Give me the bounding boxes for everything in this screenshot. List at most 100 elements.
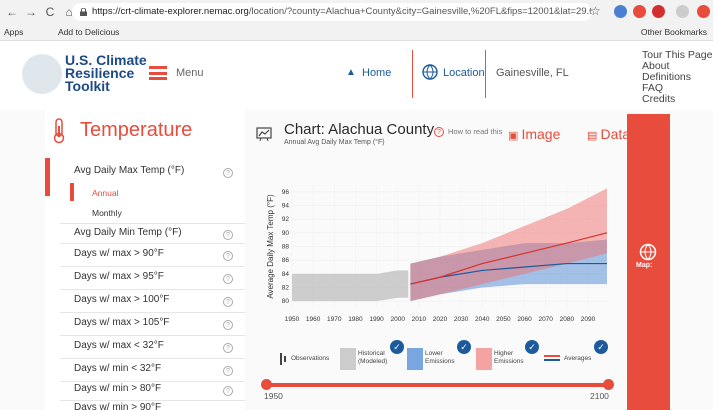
divider bbox=[485, 50, 486, 98]
forward-icon[interactable]: → bbox=[24, 5, 38, 19]
url-path: /location/?county=Alachua+County&city=Ga… bbox=[248, 6, 592, 17]
y-tick-label: 90 bbox=[282, 230, 290, 237]
selected-indicator bbox=[45, 158, 50, 196]
info-icon[interactable]: ? bbox=[223, 320, 233, 330]
data-icon: ▤ bbox=[587, 130, 601, 142]
opera-icon[interactable] bbox=[697, 5, 710, 18]
variable-avg-daily-min[interactable]: Avg Daily Min Temp (°F) bbox=[74, 227, 182, 238]
variable-days-max-105[interactable]: Days w/ max > 105°F bbox=[74, 317, 169, 328]
divider bbox=[60, 312, 245, 313]
bookmark-star-icon[interactable]: ☆ bbox=[590, 4, 601, 18]
divider bbox=[60, 381, 245, 382]
y-tick-label: 86 bbox=[282, 257, 290, 264]
data-download-button[interactable]: ▤ Data bbox=[587, 126, 630, 142]
back-icon[interactable]: ← bbox=[5, 5, 19, 19]
home-link[interactable]: Home bbox=[362, 67, 391, 79]
legend-higher-emissions[interactable]: Higher Emissions bbox=[476, 348, 526, 370]
divider bbox=[60, 400, 245, 401]
x-tick-label: 2000 bbox=[390, 316, 405, 323]
other-bookmarks[interactable]: Other Bookmarks bbox=[641, 24, 707, 41]
x-tick-label: 2020 bbox=[433, 316, 448, 323]
how-to-read-link[interactable]: How to read this bbox=[448, 127, 502, 136]
location-value: Gainesville, FL bbox=[496, 67, 569, 79]
image-icon: ▣ bbox=[508, 130, 522, 142]
credits-link[interactable]: Credits bbox=[642, 94, 712, 105]
reload-icon[interactable]: C bbox=[43, 5, 57, 19]
extension-icon[interactable] bbox=[614, 5, 627, 18]
slider-start-handle[interactable] bbox=[261, 379, 272, 390]
option-annual[interactable]: Annual bbox=[92, 188, 118, 198]
variable-days-max-90[interactable]: Days w/ max > 90°F bbox=[74, 248, 164, 259]
info-icon[interactable]: ? bbox=[223, 251, 233, 261]
help-links: Tour This Page About Definitions FAQ Cre… bbox=[642, 50, 712, 105]
variable-days-max-100[interactable]: Days w/ max > 100°F bbox=[74, 294, 169, 305]
bookmark-apps[interactable]: Apps bbox=[4, 24, 23, 41]
variable-avg-daily-max[interactable]: Avg Daily Max Temp (°F) bbox=[74, 165, 184, 176]
time-range-slider[interactable] bbox=[266, 383, 608, 387]
address-bar[interactable]: https://crt-climate-explorer.nemac.org/l… bbox=[72, 3, 592, 21]
chart-icon bbox=[256, 127, 272, 142]
x-tick-label: 2050 bbox=[496, 316, 511, 323]
y-tick-label: 80 bbox=[282, 298, 290, 305]
info-icon[interactable]: ? bbox=[223, 343, 233, 353]
chart-title: Chart: Alachua County bbox=[284, 121, 435, 138]
pinterest-icon[interactable] bbox=[652, 5, 665, 18]
thermometer-icon bbox=[53, 118, 65, 144]
info-icon[interactable]: ? bbox=[223, 297, 233, 307]
divider bbox=[60, 358, 245, 359]
chart-subtitle: Annual Avg Daily Max Temp (°F) bbox=[284, 139, 385, 146]
checkmark-icon[interactable]: ✓ bbox=[457, 340, 471, 354]
toolkit-logo-icon[interactable] bbox=[22, 54, 62, 94]
checkmark-icon[interactable]: ✓ bbox=[594, 340, 608, 354]
checkmark-icon[interactable]: ✓ bbox=[525, 340, 539, 354]
divider bbox=[412, 50, 413, 98]
info-icon[interactable]: ? bbox=[223, 366, 233, 376]
legend-historical[interactable]: Historical (Modeled) bbox=[340, 348, 390, 370]
x-tick-label: 2030 bbox=[454, 316, 469, 323]
x-tick-label: 2010 bbox=[412, 316, 427, 323]
image-download-button[interactable]: ▣ Image bbox=[508, 126, 560, 142]
help-icon[interactable]: ? bbox=[434, 127, 444, 137]
slider-start-label: 1950 bbox=[264, 391, 283, 401]
x-tick-label: 1990 bbox=[369, 316, 384, 323]
variable-days-max-32[interactable]: Days w/ max < 32°F bbox=[74, 340, 164, 351]
location-link[interactable]: Location bbox=[443, 67, 485, 79]
info-icon[interactable]: ? bbox=[223, 168, 233, 178]
bookmarks-bar: Apps Add to Delicious Other Bookmarks bbox=[0, 24, 713, 41]
extension-icon[interactable] bbox=[676, 5, 689, 18]
info-icon[interactable]: ? bbox=[223, 386, 233, 396]
divider bbox=[60, 243, 245, 244]
observations-icon[interactable] bbox=[279, 351, 287, 367]
lock-icon bbox=[80, 8, 87, 16]
site-logo-text[interactable]: U.S. Climate Resilience Toolkit bbox=[65, 53, 147, 93]
variable-days-min-80[interactable]: Days w/ min > 80°F bbox=[74, 383, 161, 394]
section-title: Temperature bbox=[80, 119, 193, 141]
legend-observations[interactable]: Observations bbox=[291, 355, 329, 362]
info-icon[interactable]: ? bbox=[223, 274, 233, 284]
variable-days-max-95[interactable]: Days w/ max > 95°F bbox=[74, 271, 164, 282]
menu-icon[interactable] bbox=[149, 66, 167, 80]
x-tick-label: 1950 bbox=[285, 316, 300, 323]
extension-icon[interactable] bbox=[633, 5, 646, 18]
y-tick-label: 88 bbox=[282, 244, 290, 251]
map-label: Map: bbox=[636, 262, 653, 269]
variable-days-min-90[interactable]: Days w/ min > 90°F bbox=[74, 402, 161, 410]
x-tick-label: 1970 bbox=[327, 316, 342, 323]
y-tick-label: 92 bbox=[282, 216, 290, 223]
option-monthly[interactable]: Monthly bbox=[92, 208, 122, 218]
bookmark-delicious[interactable]: Add to Delicious bbox=[58, 24, 119, 41]
divider bbox=[60, 223, 245, 224]
x-tick-label: 1960 bbox=[306, 316, 321, 323]
info-icon[interactable]: ? bbox=[223, 230, 233, 240]
variable-days-min-32[interactable]: Days w/ min < 32°F bbox=[74, 363, 161, 374]
divider bbox=[60, 266, 245, 267]
menu-button[interactable]: Menu bbox=[176, 67, 204, 79]
legend-lower-emissions[interactable]: Lower Emissions bbox=[407, 348, 457, 370]
band-historical-modeled- bbox=[292, 270, 409, 302]
checkmark-icon[interactable]: ✓ bbox=[390, 340, 404, 354]
y-tick-label: 96 bbox=[282, 189, 290, 196]
divider bbox=[60, 335, 245, 336]
slider-end-handle[interactable] bbox=[603, 379, 614, 390]
x-tick-label: 2060 bbox=[517, 316, 532, 323]
selected-sub-indicator bbox=[70, 183, 74, 201]
